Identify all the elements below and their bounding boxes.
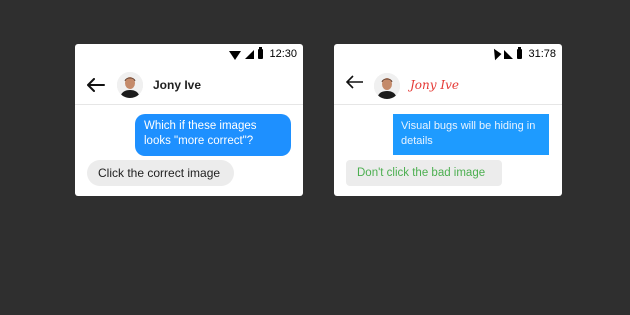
chat-header: Jony Ive [334, 66, 562, 105]
wifi-icon [488, 48, 502, 60]
status-bar: 31:78 [334, 44, 562, 64]
incoming-message-bubble[interactable]: Don't click the bad image [346, 160, 502, 186]
outgoing-message-bubble: Visual bugs will be hiding in details [393, 114, 549, 155]
back-arrow-icon[interactable] [344, 71, 366, 93]
avatar[interactable] [374, 73, 400, 99]
status-time: 31:78 [528, 48, 556, 60]
chat-header: Jony Ive [75, 66, 303, 105]
back-arrow-icon[interactable] [85, 74, 107, 96]
contact-name: Jony Ive [153, 78, 202, 92]
avatar[interactable] [117, 72, 143, 98]
contact-name: Jony Ive [410, 78, 459, 92]
phone-card-right[interactable]: 31:78 Jony Ive Visual bugs will be hidin… [334, 44, 562, 196]
outgoing-message-bubble: Which if these images looks "more correc… [135, 114, 291, 156]
status-time: 12:30 [269, 48, 297, 60]
battery-icon [517, 47, 523, 59]
phone-card-left[interactable]: 12:30 Jony Ive Which if these images loo… [75, 44, 303, 196]
signal-icon [504, 49, 514, 59]
wifi-icon [229, 50, 242, 60]
incoming-message-bubble[interactable]: Click the correct image [87, 160, 234, 186]
battery-icon [258, 47, 264, 59]
signal-icon [245, 49, 255, 59]
status-bar: 12:30 [75, 44, 303, 64]
